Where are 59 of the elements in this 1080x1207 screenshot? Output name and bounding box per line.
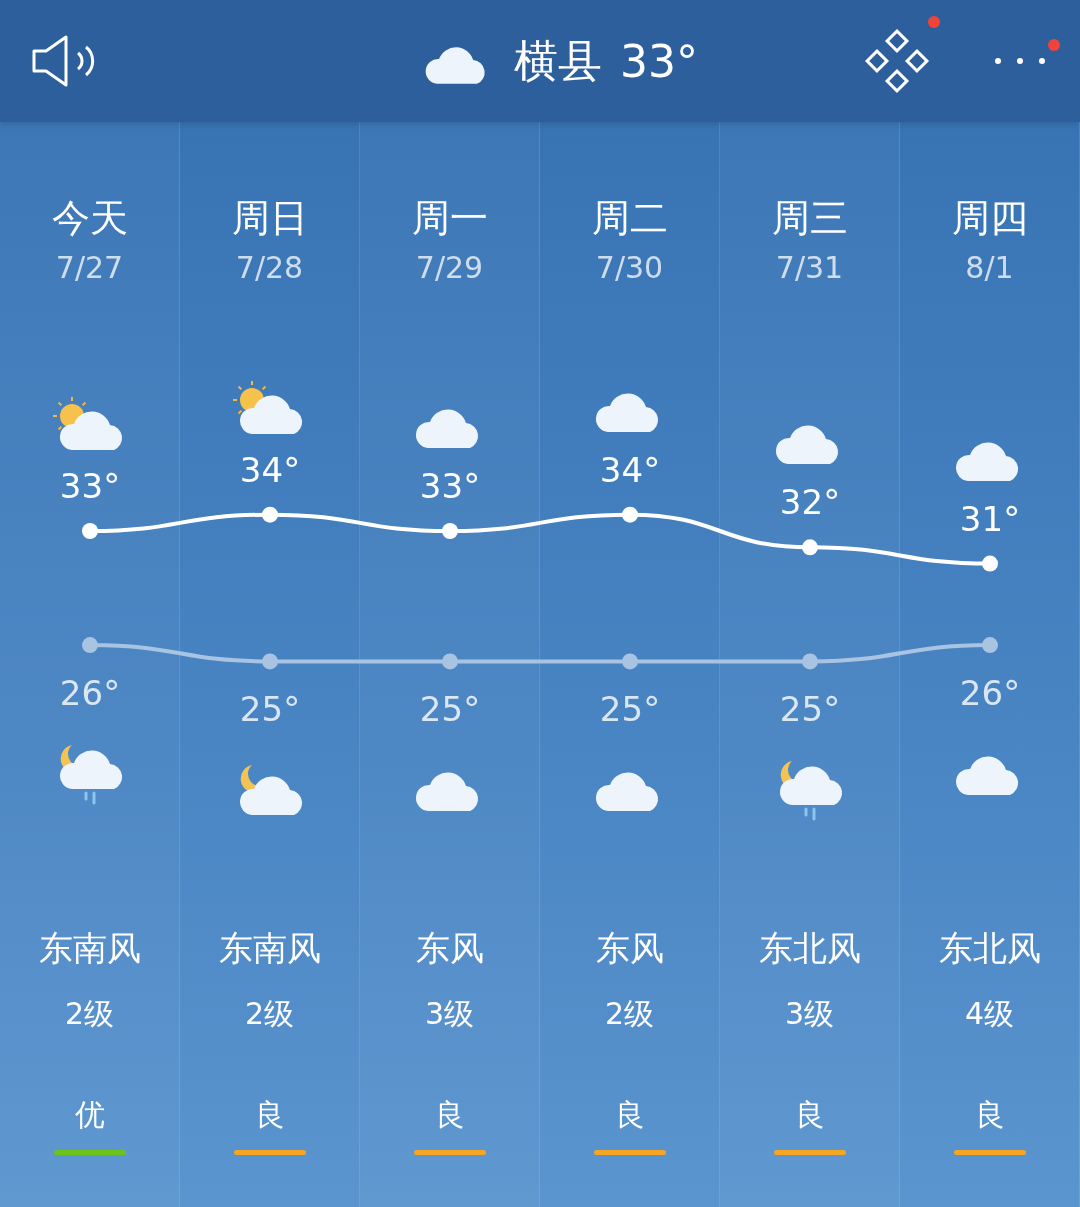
temperature-label: 34° bbox=[599, 449, 661, 490]
city-name: 横县 bbox=[514, 33, 602, 88]
date-label: 8/1 bbox=[965, 250, 1014, 285]
wind-level: 2级 bbox=[64, 995, 115, 1033]
temperature-label: 25° bbox=[779, 689, 841, 730]
air-quality-label: 良 bbox=[974, 1096, 1005, 1134]
day-label: 周二 bbox=[591, 195, 668, 242]
temperature-label: 31° bbox=[959, 498, 1021, 539]
data-point bbox=[982, 637, 998, 654]
wind-level: 3级 bbox=[424, 995, 475, 1033]
date-label: 7/29 bbox=[415, 250, 484, 285]
data-point bbox=[442, 523, 458, 539]
data-point bbox=[262, 653, 278, 670]
temperature-label: 32° bbox=[779, 482, 841, 523]
wind-direction: 东北风 bbox=[758, 927, 861, 970]
notification-dot bbox=[1048, 39, 1060, 51]
air-quality-label: 良 bbox=[434, 1096, 465, 1134]
air-quality-label: 良 bbox=[254, 1096, 285, 1134]
air-quality-label: 良 bbox=[614, 1096, 645, 1134]
date-label: 7/31 bbox=[775, 250, 844, 285]
temperature-label: 25° bbox=[599, 689, 661, 730]
temperature-label: 25° bbox=[239, 689, 301, 730]
temperature-label: 25° bbox=[419, 689, 481, 730]
wind-direction: 东南风 bbox=[218, 927, 321, 970]
temperature-label: 26° bbox=[59, 673, 121, 714]
day-label: 周四 bbox=[951, 195, 1028, 242]
air-quality-label: 优 bbox=[74, 1096, 105, 1134]
wind-level: 2级 bbox=[244, 995, 295, 1033]
wind-direction: 东南风 bbox=[38, 927, 141, 970]
air-quality-label: 良 bbox=[794, 1096, 825, 1134]
temperature-label: 33° bbox=[419, 466, 481, 506]
wind-direction: 东风 bbox=[415, 927, 484, 970]
wind-level: 4级 bbox=[964, 995, 1015, 1033]
wind-direction: 东风 bbox=[595, 927, 664, 970]
day-label: 周日 bbox=[231, 195, 308, 242]
day-label: 周一 bbox=[411, 195, 488, 242]
temperature-label: 33° bbox=[59, 466, 121, 506]
apps-icon[interactable] bbox=[864, 28, 930, 94]
notification-dot bbox=[928, 16, 940, 28]
current-temperature: 33° bbox=[620, 35, 698, 87]
data-point bbox=[442, 653, 458, 670]
temperature-label: 34° bbox=[239, 449, 301, 490]
day-label: 今天 bbox=[51, 195, 128, 242]
date-label: 7/30 bbox=[595, 250, 664, 285]
data-point bbox=[622, 653, 638, 670]
wind-level: 3级 bbox=[784, 995, 835, 1033]
data-point bbox=[802, 539, 818, 556]
temperature-label: 26° bbox=[959, 673, 1021, 714]
data-point bbox=[82, 523, 98, 539]
data-point bbox=[622, 506, 638, 523]
date-label: 7/28 bbox=[235, 250, 304, 285]
data-point bbox=[262, 506, 278, 523]
data-point bbox=[982, 555, 998, 572]
day-label: 周三 bbox=[771, 195, 848, 242]
data-point bbox=[802, 653, 818, 670]
date-label: 7/27 bbox=[55, 250, 124, 285]
data-point bbox=[82, 637, 98, 654]
wind-level: 2级 bbox=[604, 995, 655, 1033]
wind-direction: 东北风 bbox=[938, 927, 1041, 970]
